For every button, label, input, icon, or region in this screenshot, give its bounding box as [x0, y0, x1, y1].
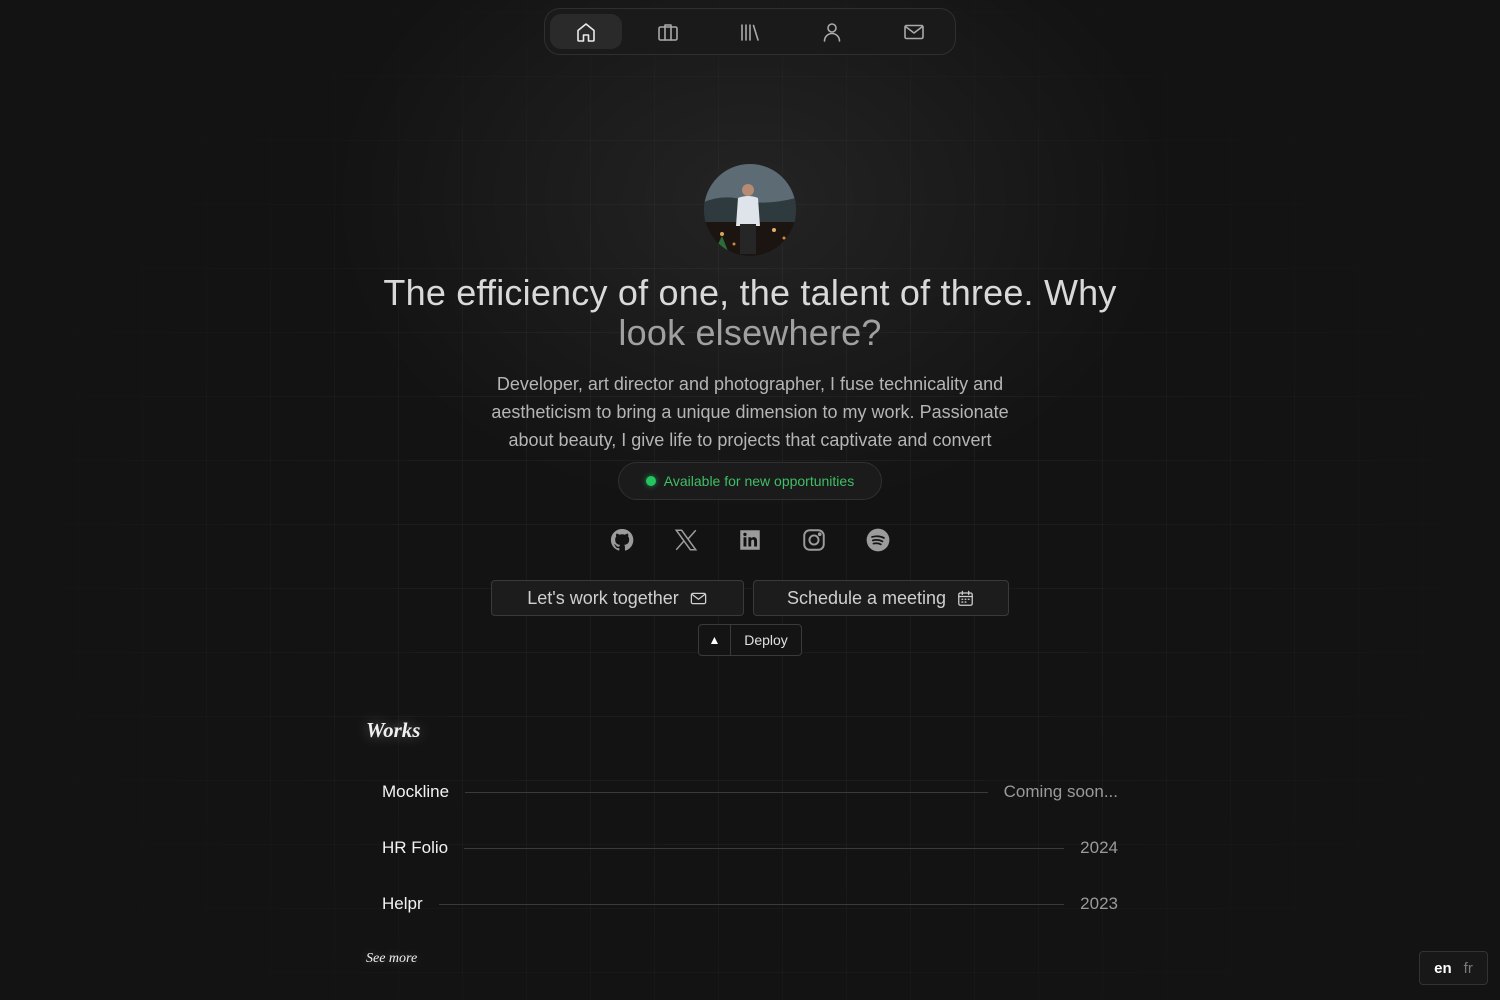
work-divider — [464, 847, 1065, 849]
work-meta: Coming soon... — [1003, 782, 1118, 801]
briefcase-icon — [658, 23, 678, 41]
deploy-button[interactable]: ▲ Deploy — [698, 624, 802, 656]
lang-option-en[interactable]: en — [1434, 960, 1452, 977]
top-navigation — [544, 8, 956, 55]
works-heading: Works — [366, 718, 421, 742]
works-list: Mockline Coming soon... HR Folio 2024 He… — [382, 776, 1118, 944]
see-more-link[interactable]: See more — [366, 951, 417, 967]
work-name: Mockline — [382, 782, 450, 801]
spotify-link[interactable] — [859, 521, 897, 559]
linkedin-icon — [740, 530, 760, 550]
nav-library[interactable] — [714, 14, 786, 49]
work-divider — [438, 903, 1065, 905]
nav-contact[interactable] — [878, 14, 950, 49]
headline-main: The efficiency of one, the talent of thr… — [383, 272, 1117, 313]
mail-icon — [904, 24, 924, 39]
deploy-label: Deploy — [744, 632, 788, 648]
work-item-hr-folio[interactable]: HR Folio 2024 — [382, 832, 1118, 864]
lang-option-fr[interactable]: fr — [1464, 960, 1473, 977]
instagram-icon — [803, 529, 825, 551]
schedule-meeting-label: Schedule a meeting — [786, 587, 947, 608]
work-meta: 2023 — [1080, 894, 1118, 913]
instagram-link[interactable] — [795, 521, 833, 559]
x-link[interactable] — [667, 521, 705, 559]
social-links — [590, 520, 910, 560]
mail-icon — [690, 592, 707, 604]
work-name: Helpr — [382, 894, 423, 913]
library-icon — [741, 23, 759, 41]
hero-intro: Developer, art director and photographer… — [491, 374, 1009, 450]
hero-headline: The efficiency of one, the talent of thr… — [250, 273, 1250, 353]
spotify-icon — [866, 528, 890, 552]
availability-label: Available for new opportunities — [663, 473, 855, 489]
avatar — [704, 164, 796, 256]
home-icon — [577, 22, 595, 42]
headline-dim: look elsewhere? — [618, 312, 882, 353]
nav-home[interactable] — [550, 14, 622, 49]
work-divider — [465, 791, 988, 793]
work-name: HR Folio — [382, 838, 449, 857]
user-icon — [823, 22, 841, 42]
nav-works[interactable] — [632, 14, 704, 49]
x-icon — [674, 529, 698, 551]
avatar-photo — [704, 164, 796, 256]
status-dot-icon — [645, 476, 656, 486]
work-meta: 2024 — [1080, 838, 1118, 857]
availability-badge: Available for new opportunities — [618, 462, 882, 500]
work-together-button[interactable]: Let's work together — [491, 580, 744, 616]
work-item-helpr[interactable]: Helpr 2023 — [382, 888, 1118, 920]
github-icon — [610, 528, 634, 551]
nav-about[interactable] — [796, 14, 868, 49]
github-link[interactable] — [603, 521, 641, 559]
language-switcher: en fr — [1419, 951, 1488, 985]
calendar-icon — [958, 590, 973, 606]
vercel-triangle-icon: ▲ — [699, 625, 731, 655]
work-item-mockline[interactable]: Mockline Coming soon... — [382, 776, 1118, 808]
schedule-meeting-button[interactable]: Schedule a meeting — [753, 580, 1009, 616]
work-together-label: Let's work together — [527, 587, 679, 608]
linkedin-link[interactable] — [731, 521, 769, 559]
